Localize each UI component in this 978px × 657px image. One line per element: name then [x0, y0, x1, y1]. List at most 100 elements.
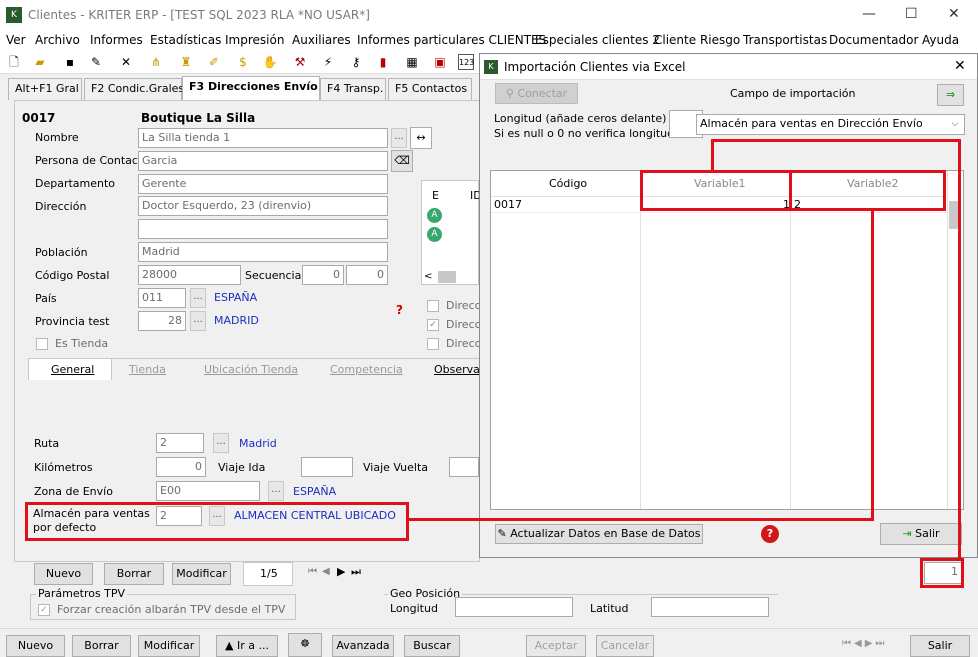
key-icon[interactable]: ⚷ — [348, 54, 364, 70]
edit-icon[interactable]: ✎ — [88, 54, 104, 70]
tree-icon[interactable]: ⋔ — [148, 54, 164, 70]
tab-condiciones[interactable]: F2 Condic.Grales — [84, 78, 184, 100]
dollar-icon[interactable]: $ — [235, 54, 251, 70]
viaje-ida-field[interactable] — [301, 457, 353, 477]
menu-item[interactable]: Impresión — [225, 33, 284, 47]
tpv-checkbox[interactable]: ✓ — [38, 604, 50, 616]
subtab-competencia[interactable]: Competencia — [330, 363, 403, 376]
minimize-icon[interactable]: — — [862, 6, 876, 22]
numbers-icon[interactable]: 123 — [458, 54, 474, 70]
menu-item[interactable]: Cliente Riesgo — [654, 33, 740, 47]
menu-item[interactable]: Informes particulares CLIENTES — [357, 33, 546, 47]
secuencia1-field[interactable]: 0 — [302, 265, 344, 285]
longitud-field[interactable] — [455, 597, 573, 617]
direccion-checkbox[interactable]: ✓ — [427, 319, 439, 331]
tab-direcciones-envio[interactable]: F3 Direcciones Envío — [182, 76, 320, 100]
subtab-tienda[interactable]: Tienda — [129, 363, 166, 376]
codigo-postal-field[interactable]: 28000 — [138, 265, 241, 285]
direccion-checkbox[interactable] — [427, 338, 439, 350]
viaje-vuelta-field[interactable] — [449, 457, 479, 477]
pais-code-field[interactable]: 011 — [138, 288, 186, 308]
pais-lookup-button[interactable]: ... — [190, 288, 206, 308]
aceptar-button[interactable]: Aceptar — [526, 635, 586, 657]
tab-general[interactable]: Alt+F1 Gral — [8, 78, 82, 100]
briefcase-icon[interactable]: ▣ — [432, 54, 448, 70]
direccion-field[interactable]: Doctor Esquerdo, 23 (direnvio) — [138, 196, 388, 216]
dialog-close-icon[interactable]: ✕ — [954, 58, 966, 74]
save-icon[interactable]: ▪ — [62, 54, 78, 70]
bottom-nav-icons[interactable]: ⏮◀▶⏭ — [842, 638, 887, 649]
provincia-code-field[interactable]: 28 — [138, 311, 186, 331]
poblacion-field[interactable]: Madrid — [138, 242, 388, 262]
bottom-modificar-button[interactable]: Modificar — [138, 635, 200, 657]
calendar-icon[interactable]: ▦ — [404, 54, 420, 70]
eraser-icon[interactable]: ⌫ — [391, 150, 413, 172]
bottom-nuevo-button[interactable]: Nuevo — [6, 635, 65, 657]
help-icon[interactable]: ? — [761, 525, 779, 543]
dialog-salir-button[interactable]: ⇥ Salir — [880, 523, 962, 545]
bottom-borrar-button[interactable]: Borrar — [72, 635, 131, 657]
menu-item[interactable]: Documentador — [829, 33, 918, 47]
borrar-button[interactable]: Borrar — [104, 563, 164, 585]
first-record-icon[interactable]: ⏮ — [308, 566, 317, 577]
last-record-icon[interactable]: ⏭ — [351, 565, 361, 579]
avanzada-button[interactable]: Avanzada — [332, 635, 394, 657]
arrow-right-button[interactable]: ⇒ — [937, 84, 964, 106]
contacto-field[interactable]: Garcia — [138, 151, 388, 171]
buscar-button[interactable]: Buscar — [404, 635, 460, 657]
maximize-icon[interactable]: ☐ — [905, 6, 918, 22]
person-icon[interactable]: ♜ — [178, 54, 194, 70]
nombre-lookup-button[interactable]: ... — [391, 128, 407, 148]
menu-item[interactable]: Auxiliares — [292, 33, 351, 47]
subtab-general[interactable]: General — [51, 363, 94, 376]
secuencia2-field[interactable]: 0 — [346, 265, 388, 285]
ruta-lookup-button[interactable]: ... — [213, 433, 229, 453]
open-folder-icon[interactable]: ▰ — [32, 54, 48, 70]
menu-item[interactable]: Archivo — [35, 33, 80, 47]
tools-icon[interactable]: ⚒ — [292, 54, 308, 70]
kilometros-field[interactable]: 0 — [156, 457, 206, 477]
ruta-field[interactable]: 2 — [156, 433, 204, 453]
hand-icon[interactable]: ✋ — [262, 54, 278, 70]
nombre-field[interactable]: La Silla tienda 1 — [138, 128, 388, 148]
provincia-lookup-button[interactable]: ... — [190, 311, 206, 331]
prev-record-icon[interactable]: ◀ — [322, 566, 330, 577]
globe-button[interactable]: ☸ — [288, 633, 322, 657]
ir-a-button[interactable]: ▲ Ir a ... — [216, 635, 278, 657]
flash-icon[interactable]: ⚡ — [320, 54, 336, 70]
campo-select[interactable]: Almacén para ventas en Dirección Envío — [696, 114, 965, 135]
horizontal-scrollbar[interactable] — [438, 271, 456, 283]
close-icon[interactable]: ✕ — [948, 6, 960, 22]
chart-icon[interactable]: ▮ — [375, 54, 391, 70]
tab-transportistas[interactable]: F4 Transp. — [320, 78, 386, 100]
direccion2-field[interactable] — [138, 219, 388, 239]
latitud-field[interactable] — [651, 597, 769, 617]
menu-item[interactable]: Ver — [6, 33, 26, 47]
chevron-down-icon[interactable]: ⌵ — [946, 115, 964, 134]
conectar-button[interactable]: ⚲ Conectar — [495, 83, 578, 104]
es-tienda-checkbox[interactable] — [36, 338, 48, 350]
new-file-icon[interactable]: 🗋 — [6, 54, 22, 70]
departamento-field[interactable]: Gerente — [138, 174, 388, 194]
menu-item[interactable]: Ayuda — [922, 33, 959, 47]
delete-icon[interactable]: ✕ — [118, 54, 134, 70]
pen-icon[interactable]: ✐ — [206, 54, 222, 70]
zona-envio-field[interactable]: E00 — [156, 481, 260, 501]
menu-item[interactable]: Transportistas — [743, 33, 827, 47]
actualizar-button[interactable]: ✎ Actualizar Datos en Base de Datos — [495, 524, 703, 544]
cancelar-button[interactable]: Cancelar — [596, 635, 654, 657]
bottom-salir-button[interactable]: Salir — [910, 635, 970, 657]
help-icon[interactable]: ? — [396, 303, 403, 317]
menu-item[interactable]: Especiales clientes 2 — [535, 33, 660, 47]
nuevo-button[interactable]: Nuevo — [34, 563, 93, 585]
menu-item[interactable]: Informes — [90, 33, 143, 47]
direccion-checkbox[interactable] — [427, 300, 439, 312]
tab-contactos[interactable]: F5 Contactos — [388, 78, 472, 100]
resize-icon[interactable]: ↔ — [410, 127, 432, 149]
subtab-ubicacion[interactable]: Ubicación Tienda — [204, 363, 298, 376]
scroll-left-icon[interactable]: < — [424, 271, 432, 282]
menu-item[interactable]: Estadísticas — [150, 33, 221, 47]
zona-lookup-button[interactable]: ... — [268, 481, 284, 501]
modificar-button[interactable]: Modificar — [172, 563, 231, 585]
next-record-icon[interactable]: ▶ — [337, 565, 345, 578]
